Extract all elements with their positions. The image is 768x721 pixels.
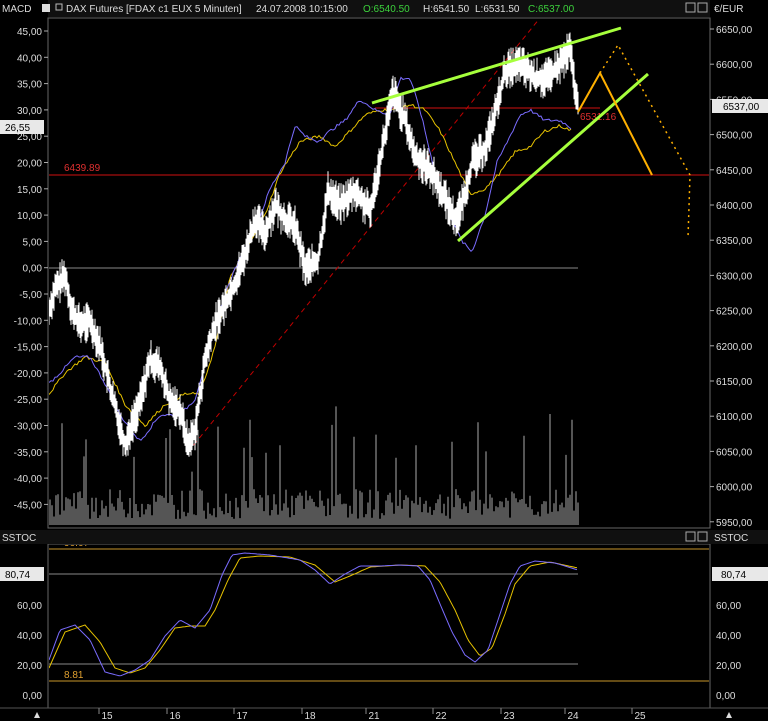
macd-axis-tick: -45,00 (14, 500, 43, 511)
macd-axis-tick: -40,00 (14, 474, 43, 485)
macd-current-tag: 26,55 (5, 123, 30, 134)
time-axis-label: 15 (101, 711, 113, 721)
macd-axis-tick: 35,00 (17, 80, 42, 91)
price-axis-tick: 6600,00 (716, 60, 753, 71)
macd-axis-tick: -20,00 (14, 369, 43, 380)
macd-axis-tick: 30,00 (17, 106, 42, 117)
header-close: C:6537.00 (528, 4, 575, 15)
stoch-left-tick: 40,00 (17, 631, 42, 642)
price-axis-tick: 5950,00 (716, 518, 753, 529)
stoch-left-tick: 0,00 (23, 691, 43, 702)
macd-axis-tick: -15,00 (14, 343, 43, 354)
price-current-tag: 6537,00 (723, 102, 760, 113)
time-axis-label: 17 (236, 711, 248, 721)
time-axis-label: 16 (169, 711, 181, 721)
stoch-left-tick: 60,00 (17, 601, 42, 612)
macd-axis-tick: -10,00 (14, 316, 43, 327)
stoch-left-tick: 20,00 (17, 661, 42, 672)
stoch-right-tick: 20,00 (716, 661, 741, 672)
macd-axis-tick: 0,00 (23, 264, 43, 275)
time-axis-label: 18 (304, 711, 316, 721)
macd-axis-tick: 5,00 (23, 237, 43, 248)
price-axis-tick: 6650,00 (716, 25, 753, 36)
header-low: L:6531.50 (475, 4, 520, 15)
support-label: 6439.89 (64, 163, 101, 174)
header-datetime: 24.07.2008 10:15:00 (256, 4, 348, 15)
stoch-header-bar (0, 530, 768, 544)
stoch-left-tag: 80,74 (5, 570, 30, 581)
macd-axis-tick: -35,00 (14, 448, 43, 459)
macd-axis-tick: 20,00 (17, 159, 42, 170)
instrument-title: DAX Futures [FDAX c1 EUX 5 Minuten] (66, 4, 242, 15)
main-collapse-icon[interactable] (42, 4, 50, 12)
price-axis-tick: 6350,00 (716, 236, 753, 247)
price-axis-tick: 6000,00 (716, 483, 753, 494)
stoch-right-tick: 40,00 (716, 631, 741, 642)
main-indicator-label: MACD (2, 4, 31, 15)
price-axis-tick: 6300,00 (716, 271, 753, 282)
time-axis-label: 21 (368, 711, 380, 721)
stoch-right-tick: 60,00 (716, 601, 741, 612)
chart-canvas: MACD DAX Futures [FDAX c1 EUX 5 Minuten]… (0, 0, 768, 721)
stoch-right-label: SSTOC (714, 533, 748, 544)
price-axis-tick: 6500,00 (716, 131, 753, 142)
stoch-lower-band-label: 8.81 (64, 670, 84, 681)
price-axis-tick: 6400,00 (716, 201, 753, 212)
price-axis-tick: 6050,00 (716, 447, 753, 458)
price-axis-tick: 6450,00 (716, 166, 753, 177)
macd-axis-tick: 40,00 (17, 53, 42, 64)
macd-axis-tick: -30,00 (14, 422, 43, 433)
time-axis-label: 25 (634, 711, 646, 721)
price-axis-tick: 6250,00 (716, 307, 753, 318)
price-axis-tick: 6100,00 (716, 412, 753, 423)
macd-axis-tick: -5,00 (19, 290, 42, 301)
header-open: O:6540.50 (363, 4, 410, 15)
time-axis-label: 23 (503, 711, 515, 721)
stoch-indicator-label: SSTOC (2, 533, 36, 544)
price-axis-tick: 6150,00 (716, 377, 753, 388)
currency-label: €/EUR (714, 4, 743, 15)
macd-axis-tick: 10,00 (17, 211, 42, 222)
time-axis-label: 24 (567, 711, 579, 721)
macd-axis-tick: -25,00 (14, 395, 43, 406)
header-high: H:6541.50 (423, 4, 470, 15)
price-axis-tick: 6200,00 (716, 342, 753, 353)
stoch-right-tag: 80,74 (721, 570, 746, 581)
macd-axis-tick: 15,00 (17, 185, 42, 196)
time-axis-label: 22 (435, 711, 447, 721)
stoch-right-tick: 0,00 (716, 691, 736, 702)
macd-axis-tick: 45,00 (17, 27, 42, 38)
